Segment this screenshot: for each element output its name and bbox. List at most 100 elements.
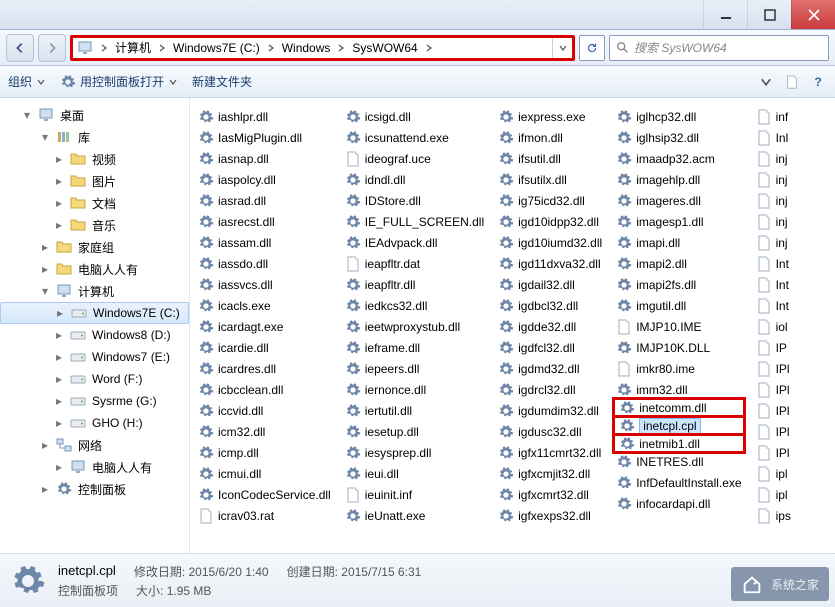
- file-item[interactable]: ifmon.dll: [494, 127, 606, 148]
- file-item[interactable]: igd10idpp32.dll: [494, 211, 606, 232]
- file-item[interactable]: imageres.dll: [612, 190, 745, 211]
- file-item[interactable]: IMJP10.IME: [612, 316, 745, 337]
- file-item[interactable]: inj: [752, 148, 831, 169]
- file-item[interactable]: iesetup.dll: [341, 421, 488, 442]
- minimize-button[interactable]: [703, 0, 747, 29]
- nav-control-panel[interactable]: ▸控制面板: [0, 478, 189, 500]
- file-item[interactable]: IP: [752, 337, 831, 358]
- address-dropdown[interactable]: [552, 38, 572, 58]
- crumb-windows[interactable]: Windows: [278, 38, 335, 58]
- file-item[interactable]: iassam.dll: [194, 232, 335, 253]
- search-input[interactable]: 搜索 SysWOW64: [609, 35, 829, 61]
- file-item[interactable]: icsunattend.exe: [341, 127, 488, 148]
- file-item[interactable]: iasnap.dll: [194, 148, 335, 169]
- nav-videos[interactable]: ▸视频: [0, 148, 189, 170]
- help-button[interactable]: ?: [809, 73, 827, 91]
- file-item[interactable]: igdrcl32.dll: [494, 379, 606, 400]
- file-item[interactable]: imagesp1.dll: [612, 211, 745, 232]
- open-with-button[interactable]: 用控制面板打开: [60, 73, 178, 90]
- file-item[interactable]: InfDefaultInstall.exe: [612, 472, 745, 493]
- file-item[interactable]: igdmd32.dll: [494, 358, 606, 379]
- nav-drive-h[interactable]: ▸GHO (H:): [0, 412, 189, 434]
- file-item[interactable]: inj: [752, 232, 831, 253]
- file-item[interactable]: igfx11cmrt32.dll: [494, 442, 606, 463]
- file-item[interactable]: IPl: [752, 421, 831, 442]
- file-item[interactable]: icmp.dll: [194, 442, 335, 463]
- file-item[interactable]: icrav03.rat: [194, 505, 335, 526]
- file-item[interactable]: iepeers.dll: [341, 358, 488, 379]
- file-item[interactable]: iglhsip32.dll: [612, 127, 745, 148]
- nav-computer[interactable]: ▾计算机: [0, 280, 189, 302]
- file-item[interactable]: igdail32.dll: [494, 274, 606, 295]
- new-folder-button[interactable]: 新建文件夹: [192, 73, 252, 90]
- back-button[interactable]: [6, 34, 34, 62]
- file-item[interactable]: iassdo.dll: [194, 253, 335, 274]
- file-item[interactable]: iedkcs32.dll: [341, 295, 488, 316]
- preview-pane-button[interactable]: [783, 73, 801, 91]
- nav-pictures[interactable]: ▸图片: [0, 170, 189, 192]
- file-item[interactable]: igdumdim32.dll: [494, 400, 606, 421]
- file-item[interactable]: iccvid.dll: [194, 400, 335, 421]
- file-item[interactable]: ipl: [752, 463, 831, 484]
- file-item[interactable]: igfxcmjit32.dll: [494, 463, 606, 484]
- nav-libraries[interactable]: ▾库: [0, 126, 189, 148]
- file-item[interactable]: iesysprep.dll: [341, 442, 488, 463]
- file-item[interactable]: imgutil.dll: [612, 295, 745, 316]
- file-item[interactable]: ideograf.uce: [341, 148, 488, 169]
- file-item[interactable]: IMJP10K.DLL: [612, 337, 745, 358]
- file-item[interactable]: iglhcp32.dll: [612, 106, 745, 127]
- file-item[interactable]: IasMigPlugin.dll: [194, 127, 335, 148]
- file-item[interactable]: ieframe.dll: [341, 337, 488, 358]
- file-item[interactable]: IEAdvpack.dll: [341, 232, 488, 253]
- file-item[interactable]: icsigd.dll: [341, 106, 488, 127]
- file-item[interactable]: idndl.dll: [341, 169, 488, 190]
- file-item[interactable]: igfxexps32.dll: [494, 505, 606, 526]
- file-item[interactable]: iasrad.dll: [194, 190, 335, 211]
- file-item[interactable]: inf: [752, 106, 831, 127]
- file-item[interactable]: igdusc32.dll: [494, 421, 606, 442]
- file-item[interactable]: ifsutil.dll: [494, 148, 606, 169]
- file-item[interactable]: IE_FULL_SCREEN.dll: [341, 211, 488, 232]
- file-item[interactable]: ips: [752, 505, 831, 526]
- file-item[interactable]: iol: [752, 316, 831, 337]
- file-item[interactable]: iexpress.exe: [494, 106, 606, 127]
- file-item[interactable]: iertutil.dll: [341, 400, 488, 421]
- file-item[interactable]: icacls.exe: [194, 295, 335, 316]
- file-item[interactable]: imaadp32.acm: [612, 148, 745, 169]
- file-item[interactable]: igd11dxva32.dll: [494, 253, 606, 274]
- file-item[interactable]: igfxcmrt32.dll: [494, 484, 606, 505]
- file-item[interactable]: iernonce.dll: [341, 379, 488, 400]
- file-item[interactable]: ieapfltr.dll: [341, 274, 488, 295]
- nav-drive-c[interactable]: ▸Windows7E (C:): [0, 302, 189, 324]
- view-options-button[interactable]: [757, 73, 775, 91]
- file-item[interactable]: inj: [752, 211, 831, 232]
- file-item[interactable]: icmui.dll: [194, 463, 335, 484]
- breadcrumb[interactable]: 计算机 Windows7E (C:) Windows SysWOW64: [70, 35, 575, 61]
- crumb-computer[interactable]: 计算机: [111, 38, 155, 58]
- file-item[interactable]: infocardapi.dll: [612, 493, 745, 514]
- file-item[interactable]: iashlpr.dll: [194, 106, 335, 127]
- nav-music[interactable]: ▸音乐: [0, 214, 189, 236]
- refresh-button[interactable]: [579, 35, 605, 61]
- file-item[interactable]: icbcclean.dll: [194, 379, 335, 400]
- file-item[interactable]: Int: [752, 274, 831, 295]
- file-item[interactable]: IPl: [752, 442, 831, 463]
- nav-network[interactable]: ▸网络: [0, 434, 189, 456]
- file-item[interactable]: ifsutilx.dll: [494, 169, 606, 190]
- file-item[interactable]: icardie.dll: [194, 337, 335, 358]
- file-item[interactable]: igdde32.dll: [494, 316, 606, 337]
- nav-drive-d[interactable]: ▸Windows8 (D:): [0, 324, 189, 346]
- file-list[interactable]: iashlpr.dllIasMigPlugin.dlliasnap.dll ias…: [190, 98, 835, 553]
- file-item[interactable]: imapi2fs.dll: [612, 274, 745, 295]
- nav-desktop[interactable]: ▾桌面: [0, 104, 189, 126]
- file-item[interactable]: IconCodecService.dll: [194, 484, 335, 505]
- file-item[interactable]: imagehlp.dll: [612, 169, 745, 190]
- file-item[interactable]: ieapfltr.dat: [341, 253, 488, 274]
- nav-drive-e[interactable]: ▸Windows7 (E:): [0, 346, 189, 368]
- nav-drive-g[interactable]: ▸Sysrme (G:): [0, 390, 189, 412]
- file-item[interactable]: iasrecst.dll: [194, 211, 335, 232]
- organize-button[interactable]: 组织: [8, 73, 46, 90]
- file-item[interactable]: inj: [752, 169, 831, 190]
- file-item[interactable]: icm32.dll: [194, 421, 335, 442]
- file-item[interactable]: ipl: [752, 484, 831, 505]
